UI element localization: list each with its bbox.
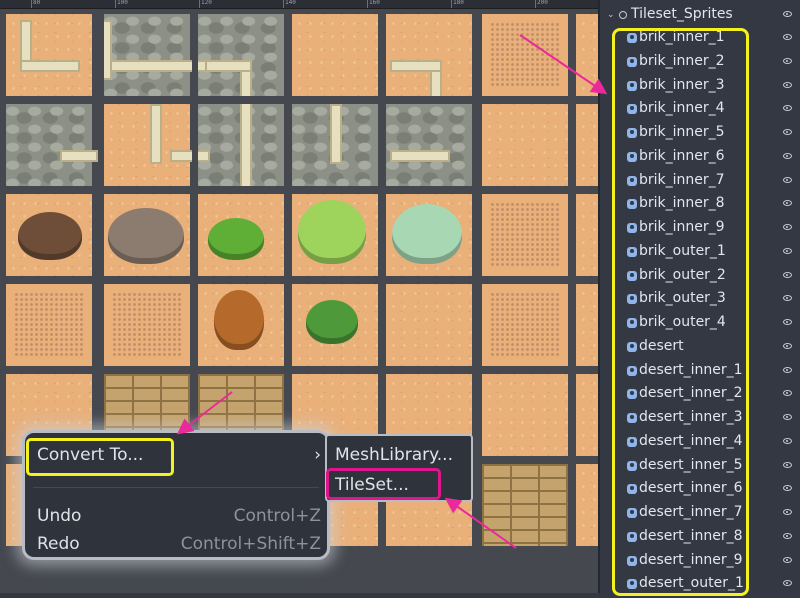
rock-sprite	[18, 212, 82, 260]
ruler-tick-label: 140	[285, 0, 296, 6]
signpost-sprite	[214, 290, 264, 350]
menu-shortcut: Control+Z	[233, 506, 321, 526]
tile-sand[interactable]	[386, 14, 472, 96]
eye-icon[interactable]	[783, 247, 792, 254]
pipe-segment	[205, 60, 252, 72]
menu-item-meshlibrary[interactable]: MeshLibrary...	[335, 442, 453, 468]
convert-to-highlight	[26, 438, 174, 476]
collapse-arrow-icon[interactable]: ⌄	[607, 10, 615, 20]
menu-item-label: Undo	[37, 506, 82, 526]
menu-item-undo[interactable]: Undo Control+Z	[33, 502, 325, 530]
tile-gravel[interactable]	[482, 14, 568, 96]
tile-sand[interactable]	[482, 104, 568, 186]
tile-gravel[interactable]	[104, 284, 190, 366]
ruler-tick-label: 200	[537, 0, 548, 6]
ruler-tick-label: 100	[117, 0, 128, 6]
menu-item-redo[interactable]: Redo Control+Shift+Z	[33, 530, 325, 558]
cactus-sprite	[306, 300, 358, 344]
pipe-segment	[390, 150, 450, 162]
tile-sand[interactable]	[576, 194, 598, 276]
ruler-tick-label: 180	[453, 0, 464, 6]
tile-sand[interactable]	[482, 374, 568, 456]
menu-shortcut: Control+Shift+Z	[180, 534, 321, 554]
tile-sand[interactable]	[292, 14, 378, 96]
tile-gravel[interactable]	[482, 284, 568, 366]
pipe-segment	[20, 60, 80, 72]
ruler-tick	[31, 0, 32, 8]
grid-line	[0, 366, 598, 374]
eye-icon[interactable]	[783, 461, 792, 468]
tile-sand[interactable]	[6, 14, 92, 96]
node2d-icon	[619, 11, 627, 19]
dead-bush-sprite	[108, 208, 184, 264]
ruler-tick-label: 120	[201, 0, 212, 6]
tile-brick[interactable]	[482, 464, 568, 546]
ruler-tick	[199, 0, 200, 8]
ruler-tick	[367, 0, 368, 8]
agave-sprite	[298, 200, 366, 264]
menu-separator	[33, 487, 319, 488]
pipe-segment	[330, 104, 342, 164]
eye-icon[interactable]	[783, 532, 792, 539]
ruler-tick	[535, 0, 536, 8]
eye-icon[interactable]	[783, 224, 792, 230]
tile-sand[interactable]	[386, 284, 472, 366]
tile-stone[interactable]	[6, 104, 92, 186]
eye-icon[interactable]	[783, 200, 792, 207]
eye-icon[interactable]	[783, 11, 792, 17]
eye-icon[interactable]	[783, 81, 792, 88]
eye-icon[interactable]	[783, 176, 792, 183]
pipe-segment	[60, 150, 98, 162]
pipe-segment	[240, 60, 252, 190]
eye-icon[interactable]	[783, 342, 792, 349]
tile-sand[interactable]	[576, 374, 598, 456]
eye-icon[interactable]	[783, 366, 792, 373]
tile-sand[interactable]	[104, 104, 190, 186]
eye-icon[interactable]	[783, 34, 792, 40]
eye-icon[interactable]	[783, 271, 792, 278]
eye-icon[interactable]	[783, 390, 792, 397]
node-list-highlight	[612, 28, 749, 596]
pipe-segment	[170, 150, 210, 162]
tile-stone[interactable]	[386, 104, 472, 186]
tileset-highlight	[326, 468, 441, 500]
ruler-tick	[115, 0, 116, 8]
eye-icon[interactable]	[783, 580, 792, 587]
chevron-right-icon: ›	[314, 445, 321, 465]
tile-stone[interactable]	[104, 14, 190, 96]
tile-sand[interactable]	[576, 284, 598, 366]
tile-sand[interactable]	[576, 104, 598, 186]
agave-sprite	[392, 204, 462, 264]
eye-icon[interactable]	[783, 295, 792, 302]
eye-icon[interactable]	[783, 57, 792, 64]
eye-icon[interactable]	[783, 414, 792, 420]
eye-icon[interactable]	[783, 319, 792, 325]
ruler-tick-label: 160	[369, 0, 380, 6]
eye-icon[interactable]	[783, 485, 792, 492]
eye-icon[interactable]	[783, 556, 792, 563]
bush-sprite	[208, 218, 264, 260]
tile-gravel[interactable]	[6, 284, 92, 366]
top-ruler: 80100120140160180200220240	[0, 0, 598, 9]
grid-line	[0, 186, 598, 194]
tile-sand[interactable]	[576, 464, 598, 546]
ruler-tick	[451, 0, 452, 8]
pipe-segment	[150, 104, 162, 164]
eye-icon[interactable]	[783, 509, 792, 515]
eye-icon[interactable]	[783, 152, 792, 159]
ruler-tick	[283, 0, 284, 8]
tile-gravel[interactable]	[482, 194, 568, 276]
scene-root-row[interactable]: ⌄ Tileset_Sprites	[600, 5, 800, 27]
grid-line	[0, 96, 598, 104]
scene-root-label: Tileset_Sprites	[631, 6, 733, 22]
eye-icon[interactable]	[783, 105, 792, 112]
menu-item-label: Redo	[37, 534, 80, 554]
tile-sand[interactable]	[576, 14, 598, 96]
eye-icon[interactable]	[783, 437, 792, 444]
ruler-tick-label: 80	[33, 0, 41, 6]
pipe-segment	[390, 60, 442, 72]
grid-line	[0, 276, 598, 284]
eye-icon[interactable]	[783, 129, 792, 135]
